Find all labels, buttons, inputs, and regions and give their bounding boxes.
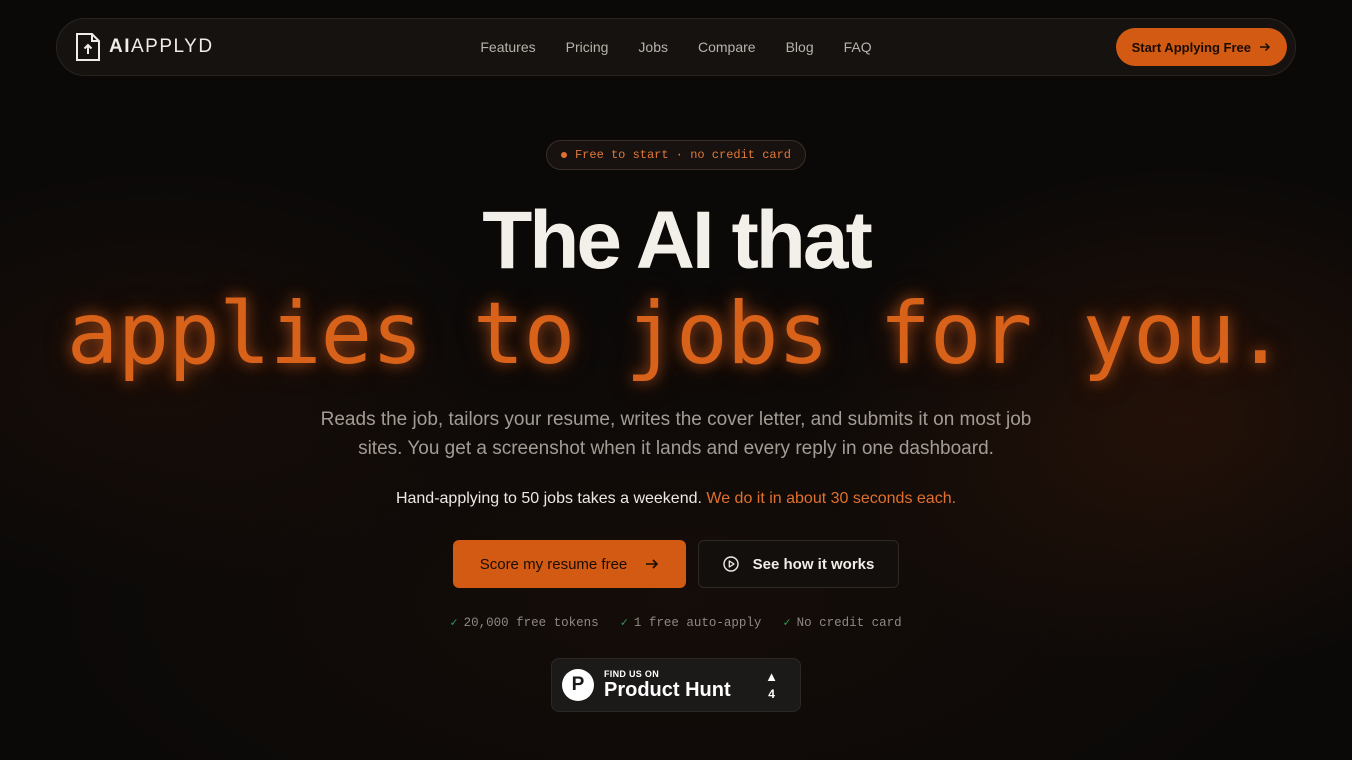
- nav-link-blog[interactable]: Blog: [786, 39, 814, 55]
- see-how-it-works-label: See how it works: [752, 555, 875, 573]
- arrow-right-icon: [1260, 42, 1271, 52]
- hero-subtitle: Reads the job, tailors your resume, writ…: [320, 409, 1032, 459]
- checkmark-icon: ✓: [450, 616, 458, 630]
- nav-link-features[interactable]: Features: [480, 39, 535, 55]
- check-item: ✓ 1 free auto-apply: [620, 615, 762, 631]
- product-hunt-name: Product Hunt: [604, 679, 731, 701]
- nav-link-compare[interactable]: Compare: [698, 39, 756, 55]
- check-item: ✓ 20,000 free tokens: [450, 615, 599, 631]
- upvote-triangle-icon: ▲: [765, 668, 778, 684]
- hero-title: The AI that: [482, 195, 873, 286]
- free-badge-text: Free to start · no credit card: [574, 148, 792, 162]
- product-hunt-text: FIND US ON Product Hunt: [604, 669, 731, 701]
- play-circle-icon: [722, 556, 739, 572]
- brand-logo[interactable]: AIAPPLYD: [75, 32, 214, 62]
- check-item-label: 1 free auto-apply: [633, 615, 762, 630]
- product-hunt-badge[interactable]: P FIND US ON Product Hunt ▲ 4: [551, 658, 801, 712]
- see-how-it-works-button[interactable]: See how it works: [698, 540, 899, 588]
- arrow-right-icon: [646, 559, 659, 569]
- check-item: ✓ No credit card: [783, 615, 902, 631]
- top-navbar: AIAPPLYD Features Pricing Jobs Compare B…: [56, 18, 1296, 76]
- score-resume-button[interactable]: Score my resume free: [453, 540, 686, 588]
- free-badge: Free to start · no credit card: [546, 140, 806, 170]
- nav-link-jobs[interactable]: Jobs: [638, 39, 668, 55]
- status-dot-icon: [560, 152, 567, 158]
- nav-link-faq[interactable]: FAQ: [844, 39, 872, 55]
- hero-title-accent: applies to jobs for you.: [66, 284, 1287, 384]
- product-hunt-small-label: FIND US ON: [604, 669, 660, 679]
- upvote-counter: ▲ 4: [765, 668, 778, 701]
- checkmark-icon: ✓: [620, 616, 628, 630]
- nav-link-pricing[interactable]: Pricing: [566, 39, 609, 55]
- brand-name: AIAPPLYD: [109, 36, 214, 57]
- hero-claim-accent: We do it in about 30 seconds each.: [706, 490, 957, 507]
- feature-checks: ✓ 20,000 free tokens ✓ 1 free auto-apply…: [0, 615, 1352, 631]
- hero-claim-plain: Hand-applying to 50 jobs takes a weekend…: [395, 490, 702, 507]
- score-resume-label: Score my resume free: [479, 555, 628, 573]
- check-item-label: No credit card: [796, 615, 902, 630]
- nav-links: Features Pricing Jobs Compare Blog FAQ: [480, 39, 871, 55]
- product-hunt-logo-icon: P: [562, 669, 594, 701]
- start-applying-label: Start Applying Free: [1131, 39, 1251, 55]
- document-upload-icon: [76, 33, 100, 61]
- start-applying-button[interactable]: Start Applying Free: [1115, 28, 1287, 66]
- checkmark-icon: ✓: [783, 616, 791, 630]
- upvote-count: 4: [768, 686, 775, 701]
- check-item-label: 20,000 free tokens: [463, 615, 599, 630]
- hero-claim: Hand-applying to 50 jobs takes a weekend…: [0, 490, 1352, 508]
